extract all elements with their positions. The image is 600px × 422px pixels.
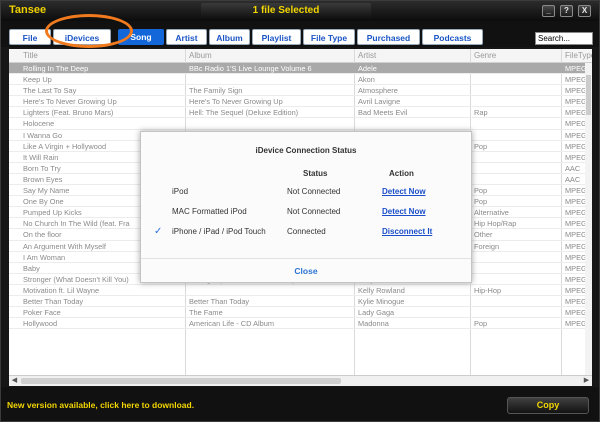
minimize-button[interactable]: _ [542,5,555,17]
tab-bar: File iDevices Song Artist Album Playlist… [1,21,599,47]
scroll-left-icon[interactable]: ◀ [9,376,20,386]
tab-artist[interactable]: Artist [166,29,207,45]
cell-genre: Pop [474,186,488,196]
scroll-thumb[interactable] [586,75,591,115]
checkmark-icon: ✓ [154,226,163,237]
cell-genre: Foreign [474,241,500,251]
tab-idevices[interactable]: iDevices [53,29,111,45]
cell-title: Lighters (Feat. Bruno Mars) [23,108,114,118]
column-title-header[interactable]: Title [23,51,38,60]
app-name: Tansee [9,4,47,16]
idevice-connection-dialog: iDevice Connection Status Status Action … [140,131,472,283]
vertical-scrollbar[interactable] [585,63,592,375]
device-label-ipod: iPod [172,187,189,196]
detect-now-link[interactable]: Detect Now [382,187,426,196]
cell-artist: Kylie Minogue [358,296,405,306]
horizontal-scrollbar[interactable]: ◀ ▶ [9,375,592,386]
tab-playlist[interactable]: Playlist [252,29,301,45]
cell-genre: Other [474,230,493,240]
tab-album[interactable]: Album [209,29,250,45]
scroll-thumb[interactable] [21,378,341,384]
status-ipod: Not Connected [287,187,341,196]
table-row[interactable]: Poker Face The Fame Lady Gaga MPEG [9,307,592,319]
cell-artist: Bad Meets Evil [358,108,408,118]
scroll-right-icon[interactable]: ▶ [581,376,592,386]
column-album-header[interactable]: Album [189,51,212,60]
cell-title: Better Than Today [23,296,84,306]
cell-genre: Rap [474,108,488,118]
cell-genre: Pop [474,319,488,329]
cell-genre: Alternative [474,208,509,218]
cell-artist: Avril Lavigne [358,97,401,107]
update-notice-link[interactable]: New version available, click here to dow… [7,400,194,410]
detect-now-link[interactable]: Detect Now [382,207,426,216]
table-row[interactable]: Keep Up Akon MPEG [9,74,592,86]
cell-artist: Madonna [358,319,389,329]
cell-album: BBc Radio 1'S Live Lounge Volume 6 [189,64,312,73]
status-mac-ipod: Not Connected [287,207,341,216]
footer-bar: New version available, click here to dow… [1,387,599,421]
cell-title: Holocene [23,119,55,129]
cell-artist: Lady Gaga [358,308,395,318]
tab-song[interactable]: Song [118,29,164,45]
tansee-window: Tansee 1 file Selected _ ? X File iDevic… [0,0,600,422]
table-row[interactable]: Holocene MPEG [9,118,592,130]
column-genre-header[interactable]: Genre [474,51,496,60]
cell-genre: Pop [474,197,488,207]
cell-album: American Life - CD Album [189,319,275,329]
title-bar: Tansee 1 file Selected _ ? X [1,1,599,21]
close-dialog-button[interactable]: Close [141,266,471,276]
tab-podcasts[interactable]: Podcasts [422,29,483,45]
copy-button[interactable]: Copy [507,397,589,414]
table-row[interactable]: Rolling In The Deep BBc Radio 1'S Live Lo… [9,63,592,75]
column-filetype-header[interactable]: FileType [565,51,592,60]
help-button[interactable]: ? [560,5,573,17]
selection-status: 1 file Selected [201,3,371,18]
column-artist-header[interactable]: Artist [358,51,376,60]
status-header: Status [303,169,328,178]
table-row[interactable]: Here's To Never Growing Up Here's To Neve… [9,96,592,108]
action-header: Action [389,169,414,178]
table-row[interactable]: Motivation ft. Lil Wayne Kelly Rowland Hip… [9,285,592,296]
cell-artist: Akon [358,75,375,85]
cell-album: Here's To Never Growing Up [189,97,283,107]
cell-album: The Family Sign [189,86,243,96]
cell-title: Poker Face [23,308,61,318]
cell-artist: Atmosphere [358,86,398,96]
table-row[interactable]: The Last To Say The Family Sign Atmosphere… [9,85,592,97]
device-label-mac-ipod: MAC Formatted iPod [172,207,247,216]
table-header: Title Album Artist Genre FileType [9,49,592,63]
cell-artist: Kelly Rowland [358,285,405,295]
cell-genre: Pop [474,141,488,151]
close-window-button[interactable]: X [578,5,591,17]
status-iphone: Connected [287,227,326,236]
dialog-divider [141,258,471,259]
cell-title: Hollywood [23,319,58,329]
tab-file[interactable]: File [9,29,51,45]
table-row[interactable]: Hollywood American Life - CD Album Madonna… [9,318,592,330]
cell-genre: Hip-Hop [474,285,502,295]
cell-album: Better Than Today [189,296,250,306]
cell-title: Motivation ft. Lil Wayne [23,285,100,295]
cell-title: Here's To Never Growing Up [23,97,117,107]
search-input[interactable] [535,32,593,45]
cell-album: The Fame [189,308,223,318]
table-row[interactable]: Lighters (Feat. Bruno Mars) Hell: The Seq… [9,107,592,119]
tab-file-type[interactable]: File Type [303,29,355,45]
cell-title: Keep Up [23,75,52,85]
dialog-title: iDevice Connection Status [255,146,357,155]
tab-purchased[interactable]: Purchased [357,29,420,45]
cell-genre: Hip Hop/Rap [474,219,517,229]
cell-album: Hell: The Sequel (Deluxe Edition) [189,108,299,118]
cell-title: Rolling In The Deep [23,64,89,73]
table-row[interactable]: Better Than Today Better Than Today Kylie … [9,296,592,308]
cell-title: The Last To Say [23,86,77,96]
device-label-iphone: iPhone / iPad / iPod Touch [172,227,266,236]
disconnect-link[interactable]: Disconnect It [382,227,432,236]
cell-artist: Adele [358,64,377,73]
